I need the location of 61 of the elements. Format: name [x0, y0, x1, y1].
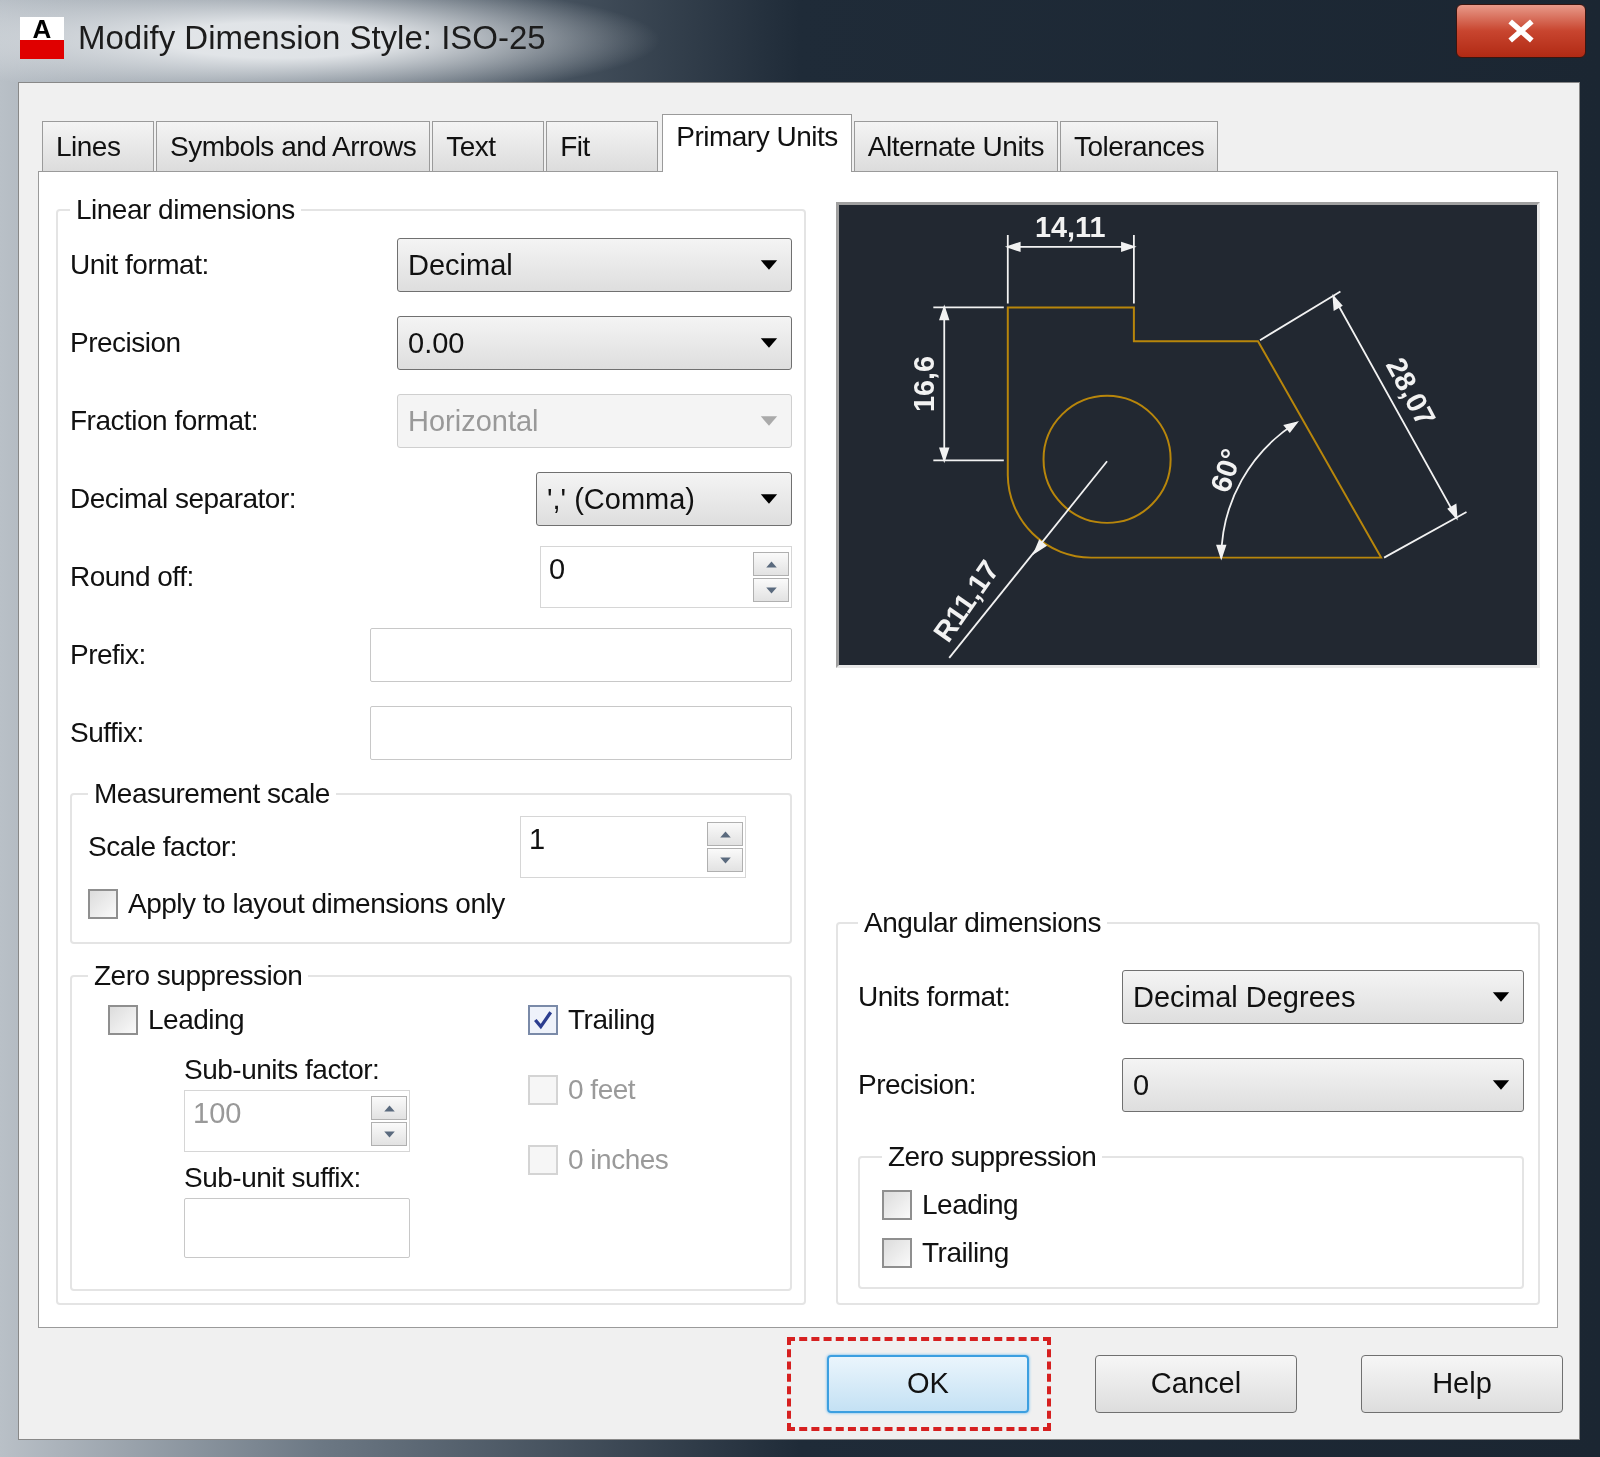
field-label: Suffix:	[70, 717, 144, 749]
field-label: Precision:	[858, 1069, 976, 1101]
dropdown[interactable]: 0.00	[397, 316, 792, 370]
checkbox[interactable]	[88, 889, 118, 919]
field-label: Units format:	[858, 981, 1011, 1013]
group-title: Zero suppression	[93, 960, 304, 992]
tab[interactable]: Text	[432, 121, 545, 171]
field-label: Sub-unit suffix:	[184, 1162, 362, 1194]
caret-down-icon	[759, 414, 779, 428]
tab[interactable]: Alternate Units	[853, 121, 1058, 171]
caret-down-icon	[1491, 990, 1511, 1004]
group-title: Measurement scale	[93, 778, 331, 810]
tab[interactable]: Lines	[42, 121, 154, 171]
tab[interactable]: Tolerances	[1059, 121, 1219, 171]
dialog-button[interactable]: Help	[1361, 1354, 1563, 1413]
text-field[interactable]	[184, 1198, 410, 1258]
caret-down-icon	[759, 492, 779, 506]
field-label: Round off:	[70, 561, 194, 593]
window-title: Modify Dimension Style: ISO-25	[78, 19, 546, 57]
tab[interactable]: Primary Units	[662, 114, 852, 172]
caret-down-icon	[1491, 1078, 1511, 1092]
dropdown[interactable]: Decimal Degrees	[1122, 970, 1524, 1024]
field-label: Precision	[70, 327, 181, 359]
dimension-text: 16,6	[908, 355, 940, 412]
group-title: Zero suppression	[887, 1141, 1098, 1173]
field-label: Fraction format:	[70, 405, 259, 437]
dialog-button[interactable]: OK	[827, 1354, 1029, 1413]
checkbox-label: Trailing	[568, 1004, 655, 1036]
field-label: Decimal separator:	[70, 483, 296, 515]
dropdown[interactable]: ',' (Comma)	[536, 472, 792, 526]
tab[interactable]: Symbols and Arrows	[156, 121, 431, 171]
checkbox-label: Apply to layout dimensions only	[128, 888, 505, 920]
dropdown[interactable]: Decimal	[397, 238, 792, 292]
checkbox-label: Trailing	[922, 1237, 1009, 1269]
dialog-button[interactable]: Cancel	[1095, 1354, 1297, 1413]
checkbox-label: Leading	[922, 1189, 1019, 1221]
checkbox-label: 0 inches	[568, 1144, 669, 1176]
caret-down-icon	[759, 336, 779, 350]
group-title: Linear dimensions	[75, 194, 296, 226]
field-label: Scale factor:	[88, 831, 238, 863]
tab[interactable]: Fit	[546, 121, 659, 171]
dropdown[interactable]: 0	[1122, 1058, 1524, 1112]
dimension-text: 14,11	[1035, 210, 1106, 243]
close-button[interactable]	[1456, 4, 1586, 58]
check-icon	[532, 1009, 554, 1031]
checkbox[interactable]	[882, 1238, 912, 1268]
checkbox[interactable]	[528, 1005, 558, 1035]
checkbox-label: Leading	[148, 1004, 245, 1036]
checkbox-label: 0 feet	[568, 1074, 636, 1106]
caret-down-icon	[759, 258, 779, 272]
checkbox[interactable]	[108, 1005, 138, 1035]
text-field[interactable]	[370, 628, 792, 682]
field-label: Sub-units factor:	[184, 1054, 381, 1086]
group-title: Angular dimensions	[863, 907, 1102, 939]
text-field[interactable]	[370, 706, 792, 760]
field-label: Prefix:	[70, 639, 146, 671]
app-logo-icon: A	[20, 17, 64, 59]
field-label: Unit format:	[70, 249, 209, 281]
close-icon	[1507, 19, 1535, 43]
dimension-text: 60°	[1204, 444, 1248, 497]
checkbox[interactable]	[882, 1190, 912, 1220]
